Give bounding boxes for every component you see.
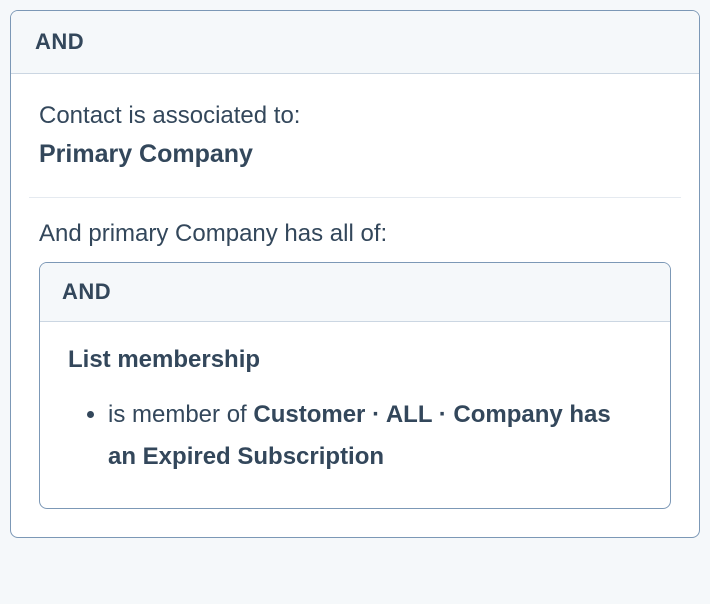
filter-group-inner: AND List membership is member of Custome… (39, 262, 671, 509)
filter-group-body: Contact is associated to: Primary Compan… (11, 74, 699, 537)
association-label: Contact is associated to: (39, 98, 671, 134)
operator-label: AND (35, 29, 84, 54)
sub-condition-label: And primary Company has all of: (39, 220, 671, 248)
filter-type-title: List membership (68, 346, 642, 374)
filter-group-outer: AND Contact is associated to: Primary Co… (10, 10, 700, 538)
operator-header-outer: AND (11, 11, 699, 74)
rule-prefix: is member of (108, 401, 253, 428)
divider (29, 197, 681, 198)
filter-rule-list: is member of Customer · ALL · Company ha… (68, 394, 642, 478)
filter-rule-item: is member of Customer · ALL · Company ha… (108, 394, 642, 478)
operator-label-inner: AND (62, 279, 111, 304)
operator-header-inner: AND (40, 263, 670, 322)
filter-group-inner-body: List membership is member of Customer · … (40, 322, 670, 508)
association-value: Primary Company (39, 140, 671, 169)
